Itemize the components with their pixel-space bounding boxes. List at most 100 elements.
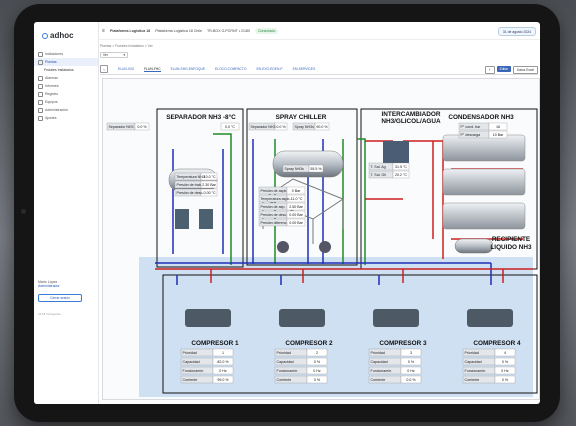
view-select[interactable]: Ver ▾: [100, 52, 128, 58]
exchanger-title-1: INTERCAMBIADOR: [382, 111, 441, 118]
exchanger-title-2: NH3/GLICOL/AGUA: [381, 118, 441, 125]
readout-label: Capacidad: [465, 360, 482, 364]
spray-level: Separador NH3 0.0 %: [248, 122, 288, 131]
separador-readout: Temperatura NH3-10.0 °C: [174, 172, 218, 181]
admin-icon: [38, 107, 43, 113]
readout-value: 0.00 Bar: [289, 221, 303, 225]
sidebar-item-indicadores[interactable]: Indicadores: [34, 50, 98, 58]
readout-value: 0 Hz: [313, 369, 321, 373]
sidebar-item-label: Ajustes: [45, 116, 57, 120]
exchanger-readout: T. Sal. Gli 20.2 °C: [368, 170, 410, 179]
sidebar-item-ajustes[interactable]: Ajustes: [34, 114, 98, 122]
sidebar-item-frutales[interactable]: Frutales Instalados: [34, 66, 98, 74]
readout-value: 0.0 %: [276, 125, 286, 129]
sidebar-item-label: Registro: [45, 92, 59, 96]
sidebar-item-label: Plantas: [45, 60, 57, 64]
tab-5[interactable]: EN-EXO-EDEN-P: [256, 67, 282, 71]
readout-label: Separador NH3: [251, 125, 276, 129]
compressor-1-title: COMPRESOR 1: [191, 340, 239, 347]
chiller-tank: [272, 150, 344, 178]
compressor-2-readout: Funcionamie. 0 Hz: [274, 366, 328, 375]
bell-icon: [38, 75, 43, 81]
pump-unit: [199, 209, 213, 229]
tab-6[interactable]: EM-SERVICES: [293, 67, 316, 71]
readout-label: Corriente: [183, 378, 198, 382]
readout-label: Funcionamie.: [371, 369, 393, 373]
readout-label: P° descarga: [461, 133, 481, 137]
tab-4[interactable]: ELOCO-COMPACTO: [215, 67, 246, 71]
separador-readout: Presión de desc. -0.00 °C: [174, 188, 218, 197]
separador-title: SEPARADOR NH3 -8°C: [166, 113, 236, 121]
sidebar-item-equipos[interactable]: Equipos: [34, 98, 98, 106]
sidebar-item-administracion[interactable]: Administración: [34, 106, 98, 114]
readout-label: Prioridad: [183, 351, 197, 355]
excel-button[interactable]: Datos Excel: [512, 66, 538, 74]
menu-icon[interactable]: ≡: [102, 28, 105, 34]
version-text: v2.18 Incluyendo: [38, 312, 61, 316]
date-picker[interactable]: 31 de agosto 2024: [497, 27, 536, 36]
spray-readout: Presión de aspir. 0 Bar: [258, 186, 306, 195]
device-name: TR-BOX G.PCRNT • 2/180: [207, 28, 250, 33]
add-button[interactable]: +: [484, 66, 495, 74]
location-name[interactable]: Plataforma Logistica 18 Chile: [155, 29, 202, 33]
equipment-tabs: ‹ ELUN-G02 FLUN-FHC ELUN-SHG-ENFOQUE ELO…: [100, 64, 538, 75]
logout-button[interactable]: Cerrar sesión: [38, 294, 82, 302]
back-button[interactable]: ‹: [100, 65, 108, 73]
compressor-3-readout: Corriente 0.0 %: [368, 375, 422, 384]
tab-1[interactable]: ELUN-G02: [118, 67, 134, 71]
pump-icon: [277, 241, 289, 253]
condenser-title: CONDENSADOR NH3: [448, 114, 514, 121]
compressor-2-readout: Prioridad 2: [274, 348, 328, 357]
compressor-4-readout: Funcionamie. 0 Hz: [462, 366, 516, 375]
compressor-2-unit: [279, 309, 325, 327]
user-info: Mario López Administrador: [38, 280, 60, 288]
readout-value: 1: [222, 351, 224, 355]
readout-value: 0 %: [408, 360, 415, 364]
readout-label: Prioridad: [371, 351, 385, 355]
sidebar-item-label: Alarmas: [45, 76, 58, 80]
readout-value: 55.5 %: [310, 167, 322, 171]
readout-label: Funcionamie.: [183, 369, 205, 373]
readout-value: 4: [504, 351, 506, 355]
readout-label: Temperatura aspir.: [261, 197, 291, 201]
sidebar-item-informes[interactable]: Informes: [34, 82, 98, 90]
sidebar-item-label: Administración: [45, 108, 68, 112]
readout-label: Capacidad: [183, 360, 200, 364]
readout-label: Corriente: [277, 378, 292, 382]
exchanger-readout: T. Sal. Ag 31.5 °C: [368, 162, 410, 171]
compressor-1-readout: Prioridad 1: [180, 348, 234, 357]
compressor-3-title: COMPRESOR 3: [379, 340, 427, 347]
readout-value: -11.0 °C: [290, 197, 303, 201]
readout-label: Corriente: [465, 378, 480, 382]
readout-value: 82.0 %: [217, 360, 229, 364]
sidebar-item-label: Informes: [45, 84, 59, 88]
platform-name[interactable]: Plataforma Logistica 18: [110, 29, 150, 33]
sidebar-item-registro[interactable]: Registro: [34, 90, 98, 98]
readout-value: 16: [496, 125, 500, 129]
sidebar-item-plantas[interactable]: Plantas: [34, 58, 98, 66]
edit-button[interactable]: Editar: [496, 66, 511, 72]
readout-label: Funcionamie.: [277, 369, 299, 373]
compressor-4-unit: [467, 309, 513, 327]
separador-level: Separador NH3 0.0 %: [106, 122, 150, 131]
sidebar-item-alarmas[interactable]: Alarmas: [34, 74, 98, 82]
readout-value: 2.50 Bar: [289, 205, 303, 209]
receiver-tank: [454, 238, 494, 254]
tablet-frame: adhoc Indicadores Plantas Frutales Insta…: [14, 4, 560, 422]
spray-readout: Presión diferenc. 0.00 Bar: [258, 218, 306, 227]
readout-value: 0 %: [502, 360, 509, 364]
sidebar-nav: Indicadores Plantas Frutales Instalados …: [34, 50, 98, 122]
readout-label: Presión diferenc.: [261, 221, 288, 225]
log-icon: [38, 91, 43, 97]
condenser-coil: [442, 202, 526, 230]
tab-3[interactable]: ELUN-SHG-ENFOQUE: [171, 67, 205, 71]
brand-logo[interactable]: adhoc: [42, 31, 74, 40]
receiver-title-1: RECIPIENTE: [492, 236, 531, 243]
readout-label: Funcionamie.: [465, 369, 487, 373]
compressor-2-title: COMPRESOR 2: [285, 340, 333, 347]
logo-icon: [42, 32, 48, 39]
tab-2[interactable]: FLUN-FHC: [144, 67, 161, 72]
readout-label: Prioridad: [277, 351, 291, 355]
chevron-down-icon: ▾: [123, 53, 125, 57]
sidebar-item-label: Indicadores: [45, 52, 64, 56]
